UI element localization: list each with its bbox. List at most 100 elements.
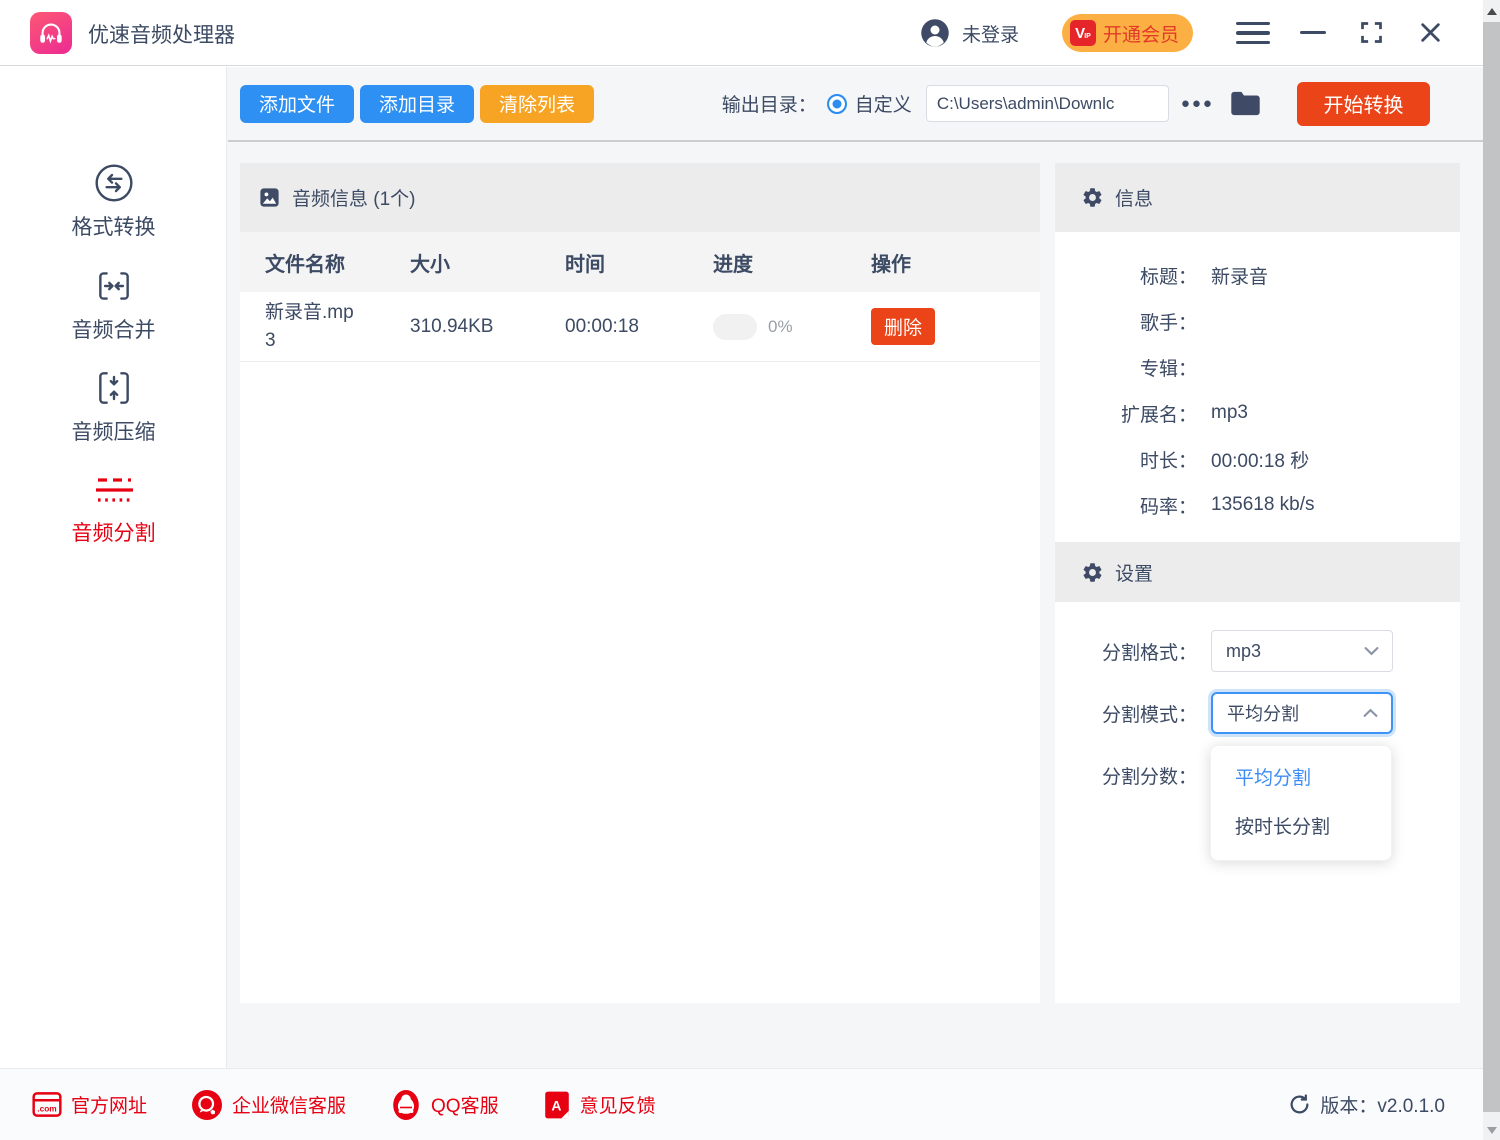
open-folder-icon[interactable] — [1230, 90, 1261, 117]
qq-service-link[interactable]: QQ客服 — [390, 1089, 499, 1121]
audio-list-header: 音频信息 (1个) — [240, 163, 1040, 232]
cell-action: 删除 — [871, 308, 1040, 345]
app-logo-icon — [30, 12, 72, 54]
title-bar: 优速音频处理器 未登录 VIP 开通会员 — [0, 0, 1500, 66]
info-fields: 标题： 新录音 歌手： 专辑： 扩展名： mp3 时长： 00:00:18 秒 码率：… — [1055, 232, 1460, 528]
menu-icon[interactable] — [1236, 22, 1270, 44]
sidebar-item-audio-merge[interactable]: 音频合并 — [0, 265, 227, 344]
app-window: 优速音频处理器 未登录 VIP 开通会员 — [0, 0, 1500, 1140]
cell-filename: 新录音.mp3 — [265, 299, 357, 354]
field-label: 时长： — [1055, 446, 1197, 473]
field-value: 00:00:18 秒 — [1211, 446, 1309, 473]
svg-text:.com: .com — [37, 1104, 56, 1114]
split-icon — [87, 470, 141, 510]
audio-list-panel: 音频信息 (1个) 文件名称 大小 时间 进度 操作 新录音.mp3 310.9… — [240, 163, 1040, 1003]
refresh-icon[interactable] — [1288, 1093, 1311, 1116]
compress-icon — [93, 367, 135, 409]
split-mode-label: 分割模式： — [1055, 700, 1197, 727]
sidebar-item-label: 格式转换 — [72, 211, 156, 241]
split-mode-dropdown: 平均分割 按时长分割 — [1210, 745, 1392, 861]
progress-bar — [713, 314, 757, 340]
vip-upgrade-button[interactable]: VIP 开通会员 — [1062, 14, 1193, 52]
field-label: 歌手： — [1055, 308, 1197, 335]
feedback-icon: A — [543, 1090, 571, 1120]
table-row[interactable]: 新录音.mp3 310.94KB 00:00:18 0% 删除 — [240, 292, 1040, 362]
sidebar-item-label: 音频分割 — [72, 517, 156, 547]
add-folder-button[interactable]: 添加目录 — [360, 85, 474, 123]
table-header-row: 文件名称 大小 时间 进度 操作 — [240, 232, 1040, 292]
sidebar-item-format-convert[interactable]: 格式转换 — [0, 162, 227, 241]
gear-icon — [1081, 186, 1104, 209]
cell-size: 310.94KB — [410, 316, 565, 338]
field-label: 码率： — [1055, 492, 1197, 519]
dropdown-option-average[interactable]: 平均分割 — [1211, 754, 1391, 803]
feedback-link[interactable]: A 意见反馈 — [543, 1090, 656, 1120]
minimize-button[interactable] — [1300, 31, 1326, 34]
toolbar: 添加文件 添加目录 清除列表 输出目录： 自定义 ●●● 开始转换 — [228, 67, 1483, 142]
wechat-icon — [191, 1089, 223, 1121]
footer-bar: .com 官方网址 企业微信客服 QQ客服 — [0, 1068, 1483, 1140]
login-status[interactable]: 未登录 — [962, 20, 1019, 47]
custom-dir-label[interactable]: 自定义 — [855, 90, 912, 117]
qq-icon — [390, 1089, 422, 1121]
field-label: 专辑： — [1055, 354, 1197, 381]
info-settings-panel: 信息 标题： 新录音 歌手： 专辑： 扩展名： mp3 时长： 00:00:18 秒 … — [1055, 163, 1460, 1003]
split-format-select[interactable]: mp3 — [1211, 630, 1393, 672]
settings-title: 设置 — [1115, 559, 1153, 586]
field-label: 扩展名： — [1055, 400, 1197, 427]
start-convert-button[interactable]: 开始转换 — [1297, 82, 1430, 126]
vip-icon: VIP — [1070, 20, 1096, 46]
merge-icon — [93, 265, 135, 307]
sidebar-item-audio-compress[interactable]: 音频压缩 — [0, 367, 227, 446]
col-filename: 文件名称 — [265, 248, 410, 277]
user-avatar-icon[interactable] — [920, 18, 950, 53]
info-title: 信息 — [1115, 184, 1153, 211]
maximize-button[interactable] — [1358, 19, 1385, 51]
settings-header: 设置 — [1055, 542, 1460, 602]
picture-icon — [258, 186, 281, 209]
sidebar-item-label: 音频压缩 — [72, 416, 156, 446]
field-value: 135618 kb/s — [1211, 494, 1315, 516]
version-info: 版本：v2.0.1.0 — [1288, 1091, 1445, 1118]
col-progress: 进度 — [713, 248, 871, 277]
scrollbar-thumb[interactable] — [1483, 22, 1500, 1112]
scroll-down-arrow-icon[interactable] — [1487, 1127, 1497, 1134]
official-site-link[interactable]: .com 官方网址 — [32, 1091, 147, 1118]
split-mode-select[interactable]: 平均分割 — [1211, 692, 1393, 734]
sidebar-item-audio-split[interactable]: 音频分割 — [0, 470, 227, 547]
field-value: 新录音 — [1211, 262, 1268, 289]
sidebar-item-label: 音频合并 — [72, 314, 156, 344]
more-icon[interactable]: ●●● — [1181, 95, 1214, 112]
field-value: mp3 — [1211, 402, 1248, 424]
gear-icon — [1081, 561, 1104, 584]
svg-text:A: A — [551, 1097, 561, 1113]
scroll-up-arrow-icon[interactable] — [1483, 0, 1500, 22]
website-icon: .com — [32, 1091, 62, 1118]
dropdown-option-by-duration[interactable]: 按时长分割 — [1211, 803, 1391, 852]
custom-dir-radio[interactable] — [827, 94, 847, 114]
col-action: 操作 — [871, 248, 1040, 277]
cell-time: 00:00:18 — [565, 316, 713, 338]
wechat-service-link[interactable]: 企业微信客服 — [191, 1089, 346, 1121]
version-label: 版本：v2.0.1.0 — [1320, 1091, 1445, 1118]
sidebar: 格式转换 音频合并 音频压缩 — [0, 67, 227, 1068]
audio-list-title: 音频信息 (1个) — [292, 184, 416, 211]
chevron-down-icon — [1364, 646, 1379, 656]
delete-button[interactable]: 删除 — [871, 308, 935, 345]
output-dir-label: 输出目录： — [722, 90, 817, 117]
output-path-input[interactable] — [926, 85, 1169, 122]
add-file-button[interactable]: 添加文件 — [240, 85, 354, 123]
info-header: 信息 — [1055, 163, 1460, 232]
app-title: 优速音频处理器 — [88, 19, 235, 49]
clear-list-button[interactable]: 清除列表 — [480, 85, 594, 123]
convert-icon — [93, 162, 135, 204]
split-format-label: 分割格式： — [1055, 638, 1197, 665]
scrollbar[interactable] — [1483, 0, 1500, 1140]
split-count-label: 分割分数： — [1055, 762, 1197, 789]
close-button[interactable] — [1417, 19, 1444, 51]
cell-progress: 0% — [713, 314, 871, 340]
field-label: 标题： — [1055, 262, 1197, 289]
col-time: 时间 — [565, 248, 713, 277]
col-size: 大小 — [410, 248, 565, 277]
progress-text: 0% — [768, 317, 793, 337]
